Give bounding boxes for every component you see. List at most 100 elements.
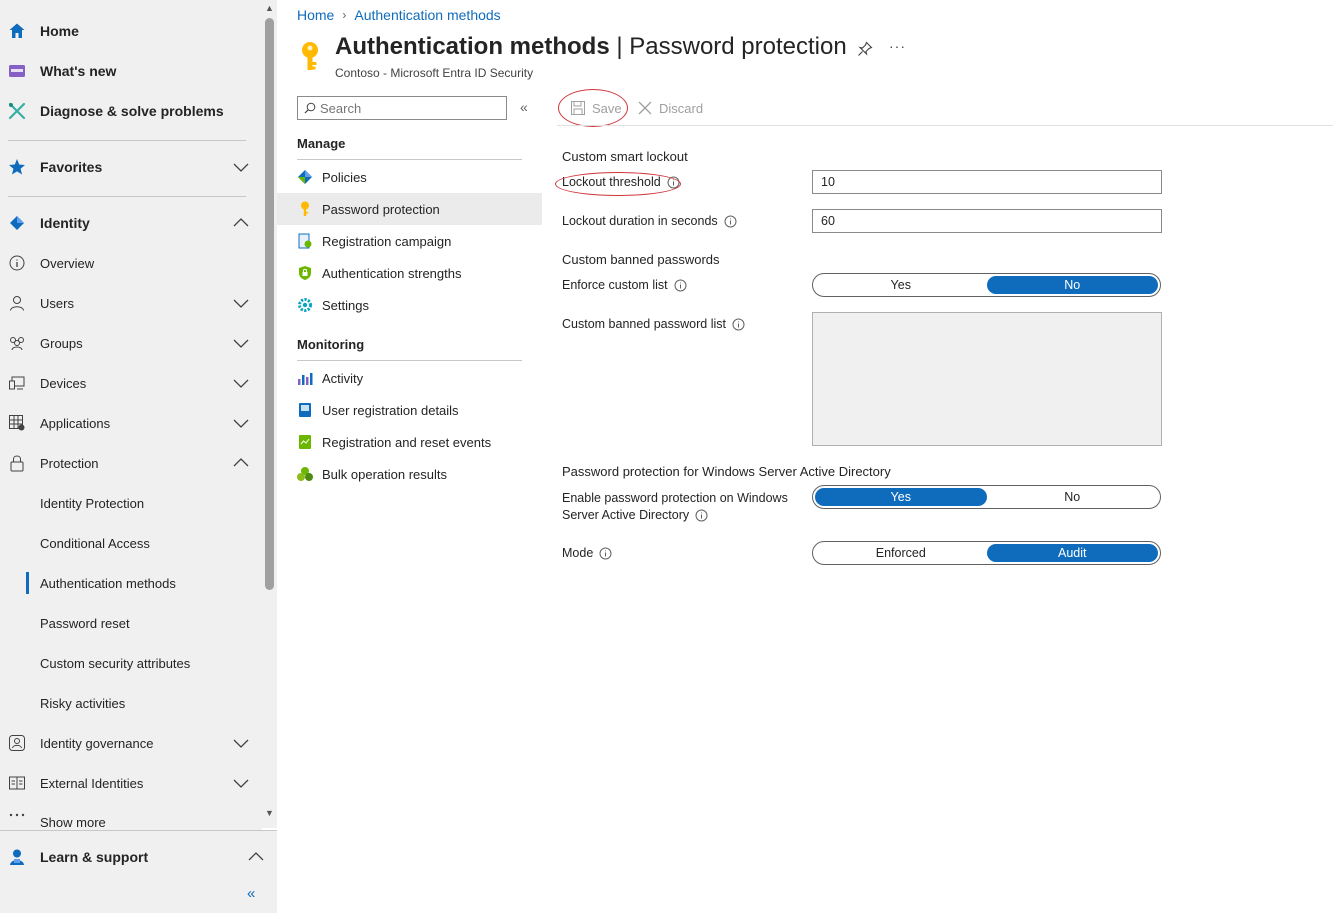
scroll-down-icon[interactable]: ▼	[264, 808, 275, 818]
home-icon	[7, 21, 27, 41]
nav-applications[interactable]: Applications	[0, 403, 262, 443]
nav-show-more[interactable]: Show more	[0, 803, 262, 829]
bulk-operations-icon	[296, 465, 314, 483]
info-icon[interactable]	[724, 215, 737, 228]
nav-identity[interactable]: Identity	[0, 203, 262, 243]
menu-item-authentication-strengths[interactable]: Authentication strengths	[277, 257, 542, 289]
collapse-nav-icon[interactable]: «	[247, 885, 255, 902]
enable-protection-text-line2: Server Active Directory	[562, 508, 690, 522]
menu-item-registration-reset-events-label: Registration and reset events	[322, 434, 492, 450]
chevron-up-icon[interactable]	[232, 214, 250, 232]
chevron-down-icon[interactable]	[232, 294, 250, 312]
more-options-icon[interactable]: ···	[889, 38, 906, 54]
lockout-threshold-label: Lockout threshold	[562, 175, 680, 189]
nav-favorites[interactable]: Favorites	[0, 147, 262, 187]
nav-identity-label: Identity	[40, 215, 90, 231]
left-navigation: Home What's new Diagnose & solve problem…	[0, 0, 262, 913]
nav-scrollbar-thumb[interactable]	[265, 18, 274, 590]
save-button[interactable]: Save	[570, 96, 622, 120]
banned-passwords-heading: Custom banned passwords	[562, 252, 720, 267]
mode-enforced-option[interactable]: Enforced	[815, 544, 987, 562]
discard-button[interactable]: Discard	[637, 96, 703, 120]
nav-diagnose[interactable]: Diagnose & solve problems	[0, 91, 262, 131]
nav-external-identities[interactable]: External Identities	[0, 763, 262, 803]
mode-toggle[interactable]: Enforced Audit	[812, 541, 1161, 565]
mode-audit-option[interactable]: Audit	[986, 544, 1158, 562]
collapse-menu-icon[interactable]: «	[520, 99, 528, 115]
chevron-up-icon[interactable]	[232, 454, 250, 472]
lockout-threshold-input[interactable]	[812, 170, 1162, 194]
nav-conditional-access[interactable]: Conditional Access	[0, 523, 262, 563]
nav-whats-new[interactable]: What's new	[0, 51, 262, 91]
enforce-yes-option[interactable]: Yes	[815, 276, 987, 294]
chevron-down-icon[interactable]	[232, 334, 250, 352]
star-icon	[7, 157, 27, 177]
pin-icon[interactable]	[857, 41, 873, 57]
menu-item-policies[interactable]: Policies	[277, 161, 542, 193]
nav-overview-label: Overview	[40, 255, 95, 271]
menu-item-bulk-operation-results[interactable]: Bulk operation results	[277, 458, 542, 490]
info-icon[interactable]	[695, 509, 708, 522]
nav-users[interactable]: Users	[0, 283, 262, 323]
nav-devices[interactable]: Devices	[0, 363, 262, 403]
nav-identity-protection[interactable]: Identity Protection	[0, 483, 262, 523]
menu-section-manage: Manage	[297, 136, 346, 151]
menu-item-registration-campaign[interactable]: Registration campaign	[277, 225, 542, 257]
breadcrumb-home[interactable]: Home	[297, 7, 334, 23]
nav-home-label: Home	[40, 23, 79, 39]
nav-identity-governance[interactable]: Identity governance	[0, 723, 262, 763]
discard-label: Discard	[659, 100, 704, 116]
banned-password-list-textarea[interactable]	[812, 312, 1162, 446]
menu-item-activity[interactable]: Activity	[277, 362, 542, 394]
enable-no-option[interactable]: No	[987, 488, 1159, 506]
enable-protection-toggle[interactable]: Yes No	[812, 485, 1161, 509]
devices-icon	[7, 373, 27, 393]
menu-search-box[interactable]	[297, 96, 507, 120]
nav-identity-protection-label: Identity Protection	[40, 495, 145, 511]
identity-icon	[7, 213, 27, 233]
chevron-down-icon[interactable]	[232, 374, 250, 392]
enable-yes-option[interactable]: Yes	[815, 488, 987, 506]
nav-password-reset[interactable]: Password reset	[0, 603, 262, 643]
nav-protection[interactable]: Protection	[0, 443, 262, 483]
external-identities-icon	[7, 773, 27, 793]
menu-search-input[interactable]	[320, 100, 490, 116]
nav-custom-security-attributes[interactable]: Custom security attributes	[0, 643, 262, 683]
nav-authentication-methods[interactable]: Authentication methods	[0, 563, 262, 603]
info-icon[interactable]	[667, 176, 680, 189]
banned-password-list-text: Custom banned password list	[562, 317, 726, 331]
info-icon[interactable]	[732, 318, 745, 331]
registration-campaign-icon	[296, 232, 314, 250]
chevron-down-icon[interactable]	[232, 414, 250, 432]
learn-support-section: Learn & support «	[0, 830, 277, 913]
chevron-up-icon[interactable]	[247, 848, 265, 866]
menu-item-user-registration-details[interactable]: User registration details	[277, 394, 542, 426]
enforce-custom-list-toggle[interactable]: Yes No	[812, 273, 1161, 297]
info-icon[interactable]	[674, 279, 687, 292]
menu-item-settings[interactable]: Settings	[277, 289, 542, 321]
menu-item-password-protection[interactable]: Password protection	[277, 193, 542, 225]
nav-learn-support[interactable]: Learn & support	[0, 837, 277, 877]
chevron-down-icon[interactable]	[232, 734, 250, 752]
nav-home[interactable]: Home	[0, 11, 262, 51]
search-icon	[304, 102, 316, 114]
nav-groups[interactable]: Groups	[0, 323, 262, 363]
info-icon[interactable]	[599, 547, 612, 560]
menu-item-activity-label: Activity	[322, 370, 364, 386]
breadcrumb-authentication-methods[interactable]: Authentication methods	[354, 7, 500, 23]
nav-favorites-label: Favorites	[40, 159, 103, 175]
applications-icon	[7, 413, 27, 433]
nav-risky-activities[interactable]: Risky activities	[0, 683, 262, 723]
scroll-up-icon[interactable]: ▲	[264, 3, 275, 13]
enforce-no-option[interactable]: No	[986, 276, 1158, 294]
nav-overview[interactable]: Overview	[0, 243, 262, 283]
chevron-down-icon[interactable]	[232, 158, 250, 176]
lock-icon	[7, 453, 27, 473]
nav-risky-activities-label: Risky activities	[40, 695, 126, 711]
chevron-down-icon[interactable]	[232, 774, 250, 792]
lockout-duration-input[interactable]	[812, 209, 1162, 233]
close-icon	[638, 101, 652, 115]
menu-item-registration-reset-events[interactable]: Registration and reset events	[277, 426, 542, 458]
nav-custom-security-attributes-label: Custom security attributes	[40, 655, 191, 671]
whats-new-icon	[7, 61, 27, 81]
